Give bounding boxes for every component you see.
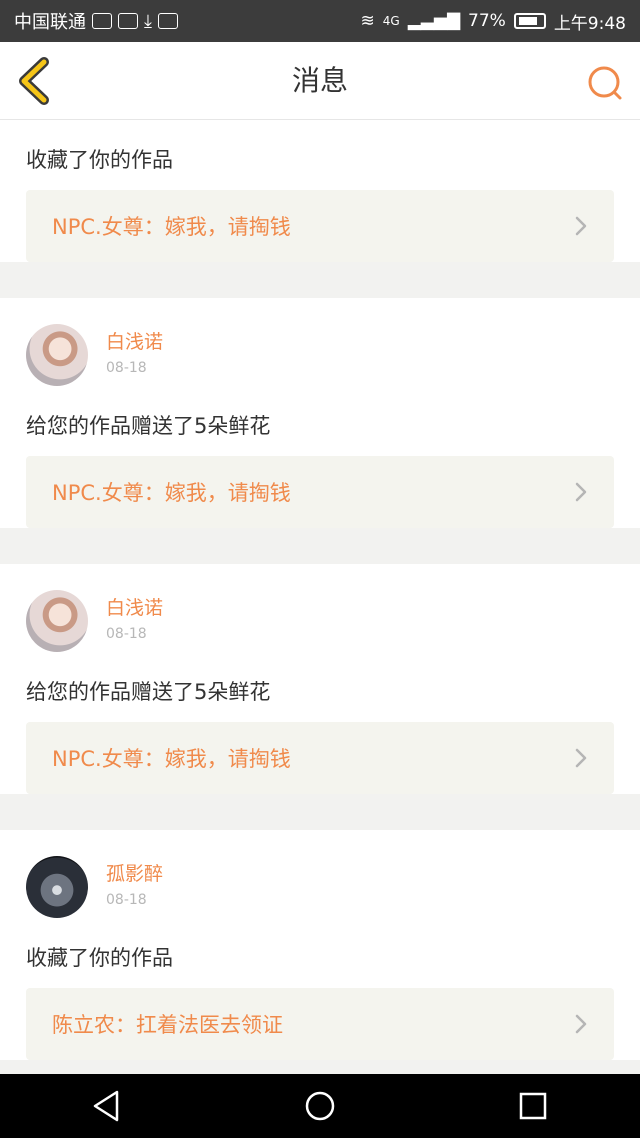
search-button[interactable] [586, 64, 624, 102]
work-link[interactable]: NPC.女尊：嫁我，请掏钱 [26, 722, 614, 794]
message-action-text: 收藏了你的作品 [26, 946, 173, 970]
avatar[interactable] [26, 324, 88, 386]
message-feed[interactable]: 收藏了你的作品 NPC.女尊：嫁我，请掏钱 白浅诺 08-18 给您的作品赠送了… [0, 120, 640, 1074]
work-link[interactable]: 陈立农：扛着法医去领证 [26, 988, 614, 1060]
user-name[interactable]: 孤影醉 [106, 862, 163, 886]
avatar[interactable] [26, 590, 88, 652]
page-title: 消息 [291, 64, 348, 97]
work-title: NPC.女尊：嫁我，请掏钱 [52, 747, 291, 771]
video-app-icon [157, 13, 178, 29]
wifi-icon: ≋ [360, 11, 375, 31]
message-date: 08-18 [106, 626, 147, 642]
card-separator [0, 812, 640, 830]
download-icon: ⤓ [144, 10, 152, 32]
message-card: 白浅诺 08-18 给您的作品赠送了5朵鲜花 NPC.女尊：嫁我，请掏钱 [0, 564, 640, 794]
work-link[interactable]: NPC.女尊：嫁我，请掏钱 [26, 456, 614, 528]
chevron-right-icon [575, 1014, 587, 1034]
card-separator [0, 546, 640, 564]
message-action-text: 给您的作品赠送了5朵鲜花 [26, 414, 271, 438]
work-title: NPC.女尊：嫁我，请掏钱 [52, 481, 291, 505]
chevron-right-icon [575, 482, 587, 502]
work-title: 陈立农：扛着法医去领证 [52, 1013, 283, 1037]
work-link[interactable]: NPC.女尊：嫁我，请掏钱 [26, 190, 614, 262]
top-navbar: 消息 [0, 42, 640, 120]
user-name[interactable]: 白浅诺 [106, 330, 163, 354]
user-name[interactable]: 白浅诺 [106, 596, 163, 620]
carrier-label: 中国联通 [14, 12, 86, 33]
message-date: 08-18 [106, 892, 147, 908]
battery-icon [513, 13, 546, 29]
search-icon [588, 66, 622, 100]
work-title: NPC.女尊：嫁我，请掏钱 [52, 215, 291, 239]
signal-icon: ▂▃▅▇ [407, 11, 461, 31]
network-label: 4G [382, 14, 400, 28]
recent-apps-square-icon[interactable] [513, 1086, 553, 1126]
status-bar: 中国联通 ⤓ ≋ 4G ▂▃▅▇ 77% 上午9:48 [0, 0, 640, 42]
message-card: 白浅诺 08-18 给您的作品赠送了5朵鲜花 NPC.女尊：嫁我，请掏钱 [0, 298, 640, 528]
wechat-icon [92, 13, 112, 29]
system-navigation-bar [0, 1074, 640, 1138]
message-action-text: 收藏了你的作品 [26, 148, 173, 172]
message-date: 08-18 [106, 360, 147, 376]
battery-percent: 77% [468, 11, 506, 31]
chevron-right-icon [575, 216, 587, 236]
back-triangle-icon[interactable] [87, 1086, 127, 1126]
avatar[interactable] [26, 856, 88, 918]
message-card: 收藏了你的作品 NPC.女尊：嫁我，请掏钱 [0, 120, 640, 262]
message-action-text: 给您的作品赠送了5朵鲜花 [26, 680, 271, 704]
chevron-right-icon [575, 748, 587, 768]
card-separator [0, 280, 640, 298]
clock: 上午9:48 [553, 13, 626, 34]
message-card: 孤影醉 08-18 收藏了你的作品 陈立农：扛着法医去领证 [0, 830, 640, 1060]
app-notification-icon [118, 13, 138, 29]
home-circle-icon[interactable] [300, 1086, 340, 1126]
